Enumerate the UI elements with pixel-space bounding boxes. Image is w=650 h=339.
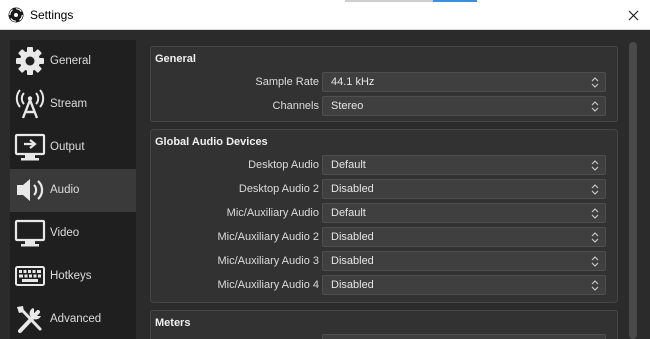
device-row-mic-aux-audio-4: Mic/Auxiliary Audio 4 Disabled	[151, 275, 619, 295]
device-select[interactable]: Disabled	[322, 227, 606, 247]
device-row-mic-aux-audio-3: Mic/Auxiliary Audio 3 Disabled	[151, 251, 619, 271]
sidebar-item-output[interactable]: Output	[10, 126, 136, 169]
sample-rate-label: Sample Rate	[255, 76, 319, 88]
chevron-up-down-icon	[591, 77, 599, 88]
sidebar-item-label: Audio	[50, 184, 80, 196]
chevron-up-down-icon	[591, 184, 599, 195]
sidebar-item-label: Hotkeys	[50, 270, 92, 282]
chevron-up-down-icon	[591, 101, 599, 112]
global-audio-devices-group: Global Audio Devices Desktop Audio Defau…	[150, 129, 618, 303]
general-group: General Sample Rate 44.1 kHz Channels St…	[150, 46, 618, 122]
gear-icon	[16, 47, 44, 75]
device-label: Mic/Auxiliary Audio	[226, 207, 319, 219]
sample-rate-select[interactable]: 44.1 kHz	[322, 72, 606, 92]
close-button[interactable]	[616, 0, 650, 30]
meters-group: Meters	[150, 310, 618, 339]
group-title: Global Audio Devices	[155, 136, 268, 148]
chevron-up-down-icon	[591, 208, 599, 219]
chevron-up-down-icon	[591, 256, 599, 267]
meters-select[interactable]	[322, 334, 606, 339]
sidebar-item-stream[interactable]: Stream	[10, 83, 136, 126]
select-value: Default	[331, 159, 366, 171]
keyboard-icon	[15, 266, 45, 286]
device-row-mic-aux-audio: Mic/Auxiliary Audio Default	[151, 203, 619, 223]
sidebar-item-label: Video	[50, 227, 80, 239]
sidebar-item-label: Stream	[50, 98, 88, 110]
background-window-edge	[345, 0, 440, 2]
scrollbar-thumb[interactable]	[629, 42, 637, 339]
sample-rate-row: Sample Rate 44.1 kHz	[151, 72, 619, 92]
select-value: 44.1 kHz	[331, 76, 375, 88]
channels-row: Channels Stereo	[151, 96, 619, 116]
background-window-accent	[433, 0, 477, 2]
speaker-icon	[17, 179, 44, 201]
device-label: Mic/Auxiliary Audio 4	[217, 279, 320, 291]
select-value: Default	[331, 207, 366, 219]
title-bar: Settings	[0, 0, 650, 30]
sidebar-item-hotkeys[interactable]: Hotkeys	[10, 255, 136, 298]
chevron-up-down-icon	[591, 160, 599, 171]
vertical-scrollbar[interactable]	[627, 40, 639, 339]
settings-sidebar: General Stream Output Audio Video Hotkey…	[10, 40, 136, 339]
settings-window-body: General Stream Output Audio Video Hotkey…	[0, 31, 650, 339]
device-select[interactable]: Default	[322, 155, 606, 175]
chevron-up-down-icon	[591, 280, 599, 291]
device-label: Desktop Audio	[248, 159, 319, 171]
device-row-mic-aux-audio-2: Mic/Auxiliary Audio 2 Disabled	[151, 227, 619, 247]
chevron-up-down-icon	[591, 232, 599, 243]
monitor-icon	[14, 219, 46, 247]
sidebar-item-video[interactable]: Video	[10, 212, 136, 255]
device-select[interactable]: Disabled	[322, 251, 606, 271]
device-label: Mic/Auxiliary Audio 3	[217, 255, 320, 267]
device-select[interactable]: Default	[322, 203, 606, 223]
device-row-desktop-audio-2: Desktop Audio 2 Disabled	[151, 179, 619, 199]
audio-settings-panel: General Sample Rate 44.1 kHz Channels St…	[146, 31, 628, 339]
select-value: Stereo	[331, 100, 364, 112]
close-icon	[628, 10, 638, 20]
monitor-output-icon	[14, 133, 46, 161]
sidebar-item-audio[interactable]: Audio	[10, 169, 136, 212]
channels-select[interactable]: Stereo	[322, 96, 606, 116]
sidebar-item-general[interactable]: General	[10, 40, 136, 83]
sidebar-item-advanced[interactable]: Advanced	[10, 298, 136, 339]
group-title: Meters	[155, 317, 191, 329]
tools-icon	[17, 306, 42, 333]
device-select[interactable]: Disabled	[322, 275, 606, 295]
select-value: Disabled	[331, 255, 374, 267]
window-title: Settings	[30, 8, 74, 22]
sidebar-item-label: General	[50, 55, 91, 67]
device-label: Mic/Auxiliary Audio 2	[217, 231, 320, 243]
device-row-desktop-audio: Desktop Audio Default	[151, 155, 619, 175]
select-value: Disabled	[331, 183, 374, 195]
device-label: Desktop Audio 2	[238, 183, 319, 195]
sidebar-item-label: Output	[50, 141, 85, 153]
channels-label: Channels	[272, 100, 319, 112]
select-value: Disabled	[331, 279, 374, 291]
broadcast-icon	[15, 89, 45, 119]
group-title: General	[155, 53, 196, 65]
obs-logo-icon	[8, 7, 24, 23]
select-value: Disabled	[331, 231, 374, 243]
device-select[interactable]: Disabled	[322, 179, 606, 199]
sidebar-item-label: Advanced	[50, 313, 102, 325]
